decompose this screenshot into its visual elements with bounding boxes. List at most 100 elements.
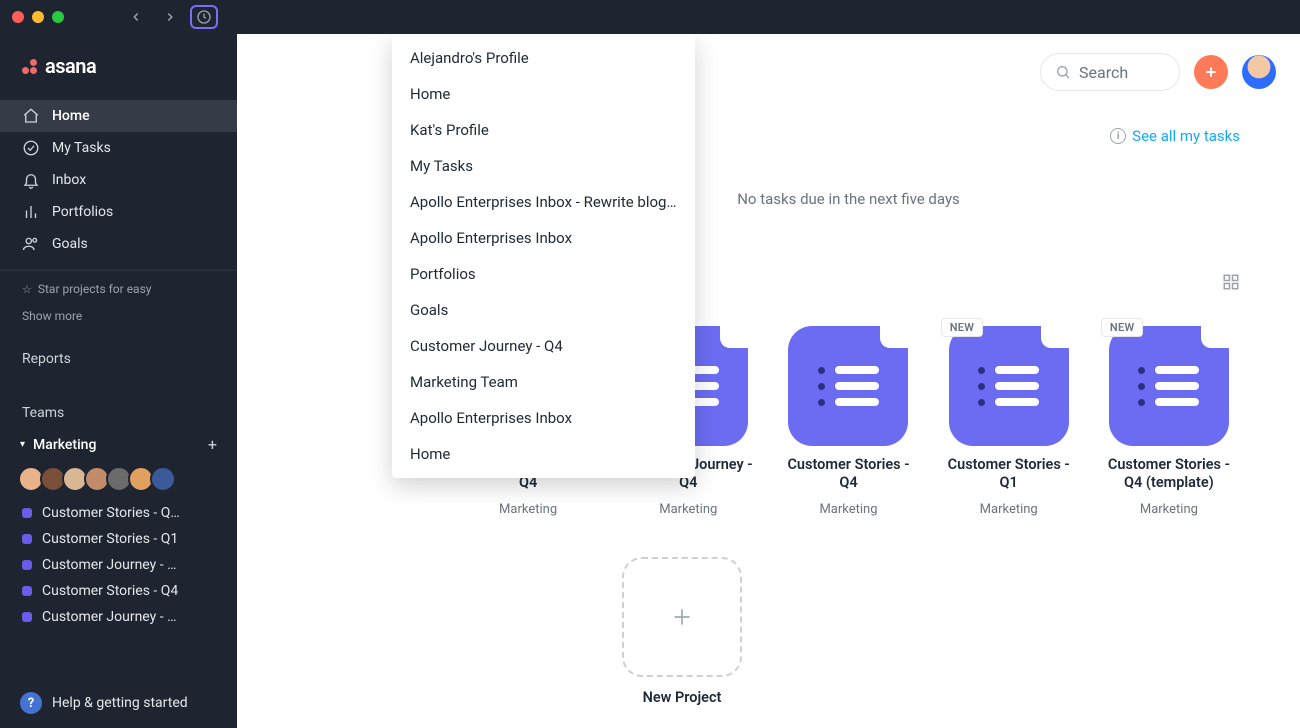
sidebar-item-label: Goals bbox=[52, 236, 88, 252]
history-button[interactable] bbox=[190, 5, 218, 29]
chevron-left-icon bbox=[129, 10, 143, 24]
sidebar-project-list: Customer Stories - Q… Customer Stories - … bbox=[0, 500, 237, 630]
history-menu-item[interactable]: Customer Journey - Q4 bbox=[392, 328, 695, 364]
search-icon bbox=[1055, 64, 1071, 80]
close-window-icon[interactable] bbox=[12, 11, 24, 23]
project-card-title: Customer Stories - Q1 bbox=[942, 456, 1076, 492]
project-color-icon bbox=[22, 586, 32, 596]
project-color-icon bbox=[22, 508, 32, 518]
project-card-subtitle: Marketing bbox=[819, 502, 877, 517]
history-menu-item[interactable]: Alejandro's Profile bbox=[392, 40, 695, 76]
sidebar-item-label: My Tasks bbox=[52, 140, 111, 156]
minimize-window-icon[interactable] bbox=[32, 11, 44, 23]
sidebar-item-portfolios[interactable]: Portfolios bbox=[0, 196, 237, 228]
sidebar-project-item[interactable]: Customer Stories - Q4 bbox=[22, 578, 231, 604]
new-project-card[interactable]: New Project bbox=[587, 527, 777, 706]
see-all-link[interactable]: See all my tasks bbox=[1132, 127, 1240, 145]
sidebar-item-home[interactable]: Home bbox=[0, 100, 237, 132]
bell-icon bbox=[22, 171, 40, 189]
project-color-icon bbox=[22, 612, 32, 622]
bar-chart-icon bbox=[22, 203, 40, 221]
caret-down-icon: ▾ bbox=[20, 439, 25, 450]
project-label: Customer Journey - … bbox=[42, 557, 176, 573]
sidebar-divider bbox=[0, 270, 237, 271]
sidebar-project-item[interactable]: Customer Stories - Q1 bbox=[22, 526, 231, 552]
plus-icon bbox=[1203, 64, 1219, 80]
home-icon bbox=[22, 107, 40, 125]
project-card-title: Customer Stories - Q4 (template) bbox=[1102, 456, 1236, 492]
project-tile-icon bbox=[949, 326, 1069, 446]
sidebar-project-item[interactable]: Customer Journey - … bbox=[22, 604, 231, 630]
team-member-avatar[interactable] bbox=[150, 466, 176, 492]
brand-name: asana bbox=[45, 54, 96, 78]
project-label: Customer Stories - Q1 bbox=[42, 531, 178, 547]
sidebar-item-label: Inbox bbox=[52, 172, 86, 188]
sidebar-item-inbox[interactable]: Inbox bbox=[0, 164, 237, 196]
history-menu-item[interactable]: Apollo Enterprises Inbox bbox=[392, 220, 695, 256]
sidebar-item-label: Home bbox=[52, 108, 90, 124]
new-project-tile[interactable] bbox=[622, 557, 742, 677]
new-badge: NEW bbox=[1101, 318, 1144, 337]
project-tile-icon bbox=[788, 326, 908, 446]
project-card[interactable]: NEW Customer Stories - Q4 (template) Marke… bbox=[1098, 316, 1240, 527]
history-menu-item[interactable]: Home bbox=[392, 436, 695, 472]
history-menu-item[interactable]: My Tasks bbox=[392, 148, 695, 184]
sidebar-project-item[interactable]: Customer Journey - … bbox=[22, 552, 231, 578]
clock-icon bbox=[196, 9, 212, 25]
brand[interactable]: asana bbox=[0, 34, 237, 100]
sidebar-item-label: Portfolios bbox=[52, 204, 113, 220]
project-card-subtitle: Marketing bbox=[980, 502, 1038, 517]
add-project-button[interactable]: + bbox=[208, 435, 217, 454]
back-button[interactable] bbox=[122, 5, 150, 29]
history-menu-item[interactable]: Home bbox=[392, 76, 695, 112]
traffic-lights bbox=[12, 11, 64, 23]
profile-avatar[interactable] bbox=[1242, 55, 1276, 89]
search-input[interactable]: Search bbox=[1040, 53, 1180, 91]
history-menu-item[interactable]: Portfolios bbox=[392, 256, 695, 292]
project-label: Customer Stories - Q4 bbox=[42, 583, 178, 599]
primary-nav: Home My Tasks Inbox Portfolios Goals bbox=[0, 100, 237, 260]
sidebar-project-item[interactable]: Customer Stories - Q… bbox=[22, 500, 231, 526]
favorites-hint: ☆ Star projects for easy bbox=[0, 279, 237, 299]
grid-icon bbox=[1222, 273, 1240, 291]
project-card[interactable]: Customer Stories - Q4 Marketing bbox=[777, 316, 919, 527]
history-menu: Alejandro's ProfileHomeKat's ProfileMy T… bbox=[392, 34, 695, 478]
sidebar-item-goals[interactable]: Goals bbox=[0, 228, 237, 260]
info-icon: i bbox=[1110, 128, 1126, 144]
project-color-icon bbox=[22, 534, 32, 544]
reports-header[interactable]: Reports bbox=[0, 329, 237, 375]
chevron-right-icon bbox=[163, 10, 177, 24]
history-menu-item[interactable]: Apollo Enterprises Inbox - Rewrite blog … bbox=[392, 184, 695, 220]
fullscreen-window-icon[interactable] bbox=[52, 11, 64, 23]
team-row-marketing[interactable]: ▾ Marketing + bbox=[0, 429, 237, 460]
new-project-label: New Project bbox=[643, 689, 722, 706]
check-circle-icon bbox=[22, 139, 40, 157]
team-avatars[interactable] bbox=[0, 460, 237, 500]
see-all-tasks[interactable]: i See all my tasks bbox=[1110, 127, 1240, 145]
search-placeholder: Search bbox=[1079, 63, 1128, 82]
asana-logo-icon bbox=[22, 59, 37, 74]
project-card-subtitle: Marketing bbox=[659, 502, 717, 517]
teams-header[interactable]: Teams bbox=[0, 375, 237, 429]
omni-create-button[interactable] bbox=[1194, 55, 1228, 89]
help-link[interactable]: ? Help & getting started bbox=[0, 680, 237, 728]
team-name: Marketing bbox=[33, 437, 96, 453]
history-menu-item[interactable]: Kat's Profile bbox=[392, 112, 695, 148]
project-card-subtitle: Marketing bbox=[1140, 502, 1198, 517]
app-body: asana Home My Tasks Inbox Portfolios Goa… bbox=[0, 34, 1300, 728]
plus-icon bbox=[669, 604, 695, 630]
show-more-link[interactable]: Show more bbox=[0, 299, 237, 329]
grid-view-button[interactable] bbox=[1222, 273, 1240, 295]
sidebar-item-my-tasks[interactable]: My Tasks bbox=[0, 132, 237, 164]
help-icon: ? bbox=[20, 692, 42, 714]
project-card-title: Customer Stories - Q4 bbox=[781, 456, 915, 492]
history-menu-item[interactable]: Goals bbox=[392, 292, 695, 328]
project-label: Customer Stories - Q… bbox=[42, 505, 180, 521]
history-menu-item[interactable]: Marketing Team bbox=[392, 364, 695, 400]
project-tile-icon bbox=[1109, 326, 1229, 446]
project-card-subtitle: Marketing bbox=[499, 502, 557, 517]
project-card[interactable]: NEWCustomer Stories - Q1Marketing bbox=[938, 316, 1080, 527]
history-menu-item[interactable]: Apollo Enterprises Inbox bbox=[392, 400, 695, 436]
forward-button[interactable] bbox=[156, 5, 184, 29]
people-icon bbox=[22, 235, 40, 253]
